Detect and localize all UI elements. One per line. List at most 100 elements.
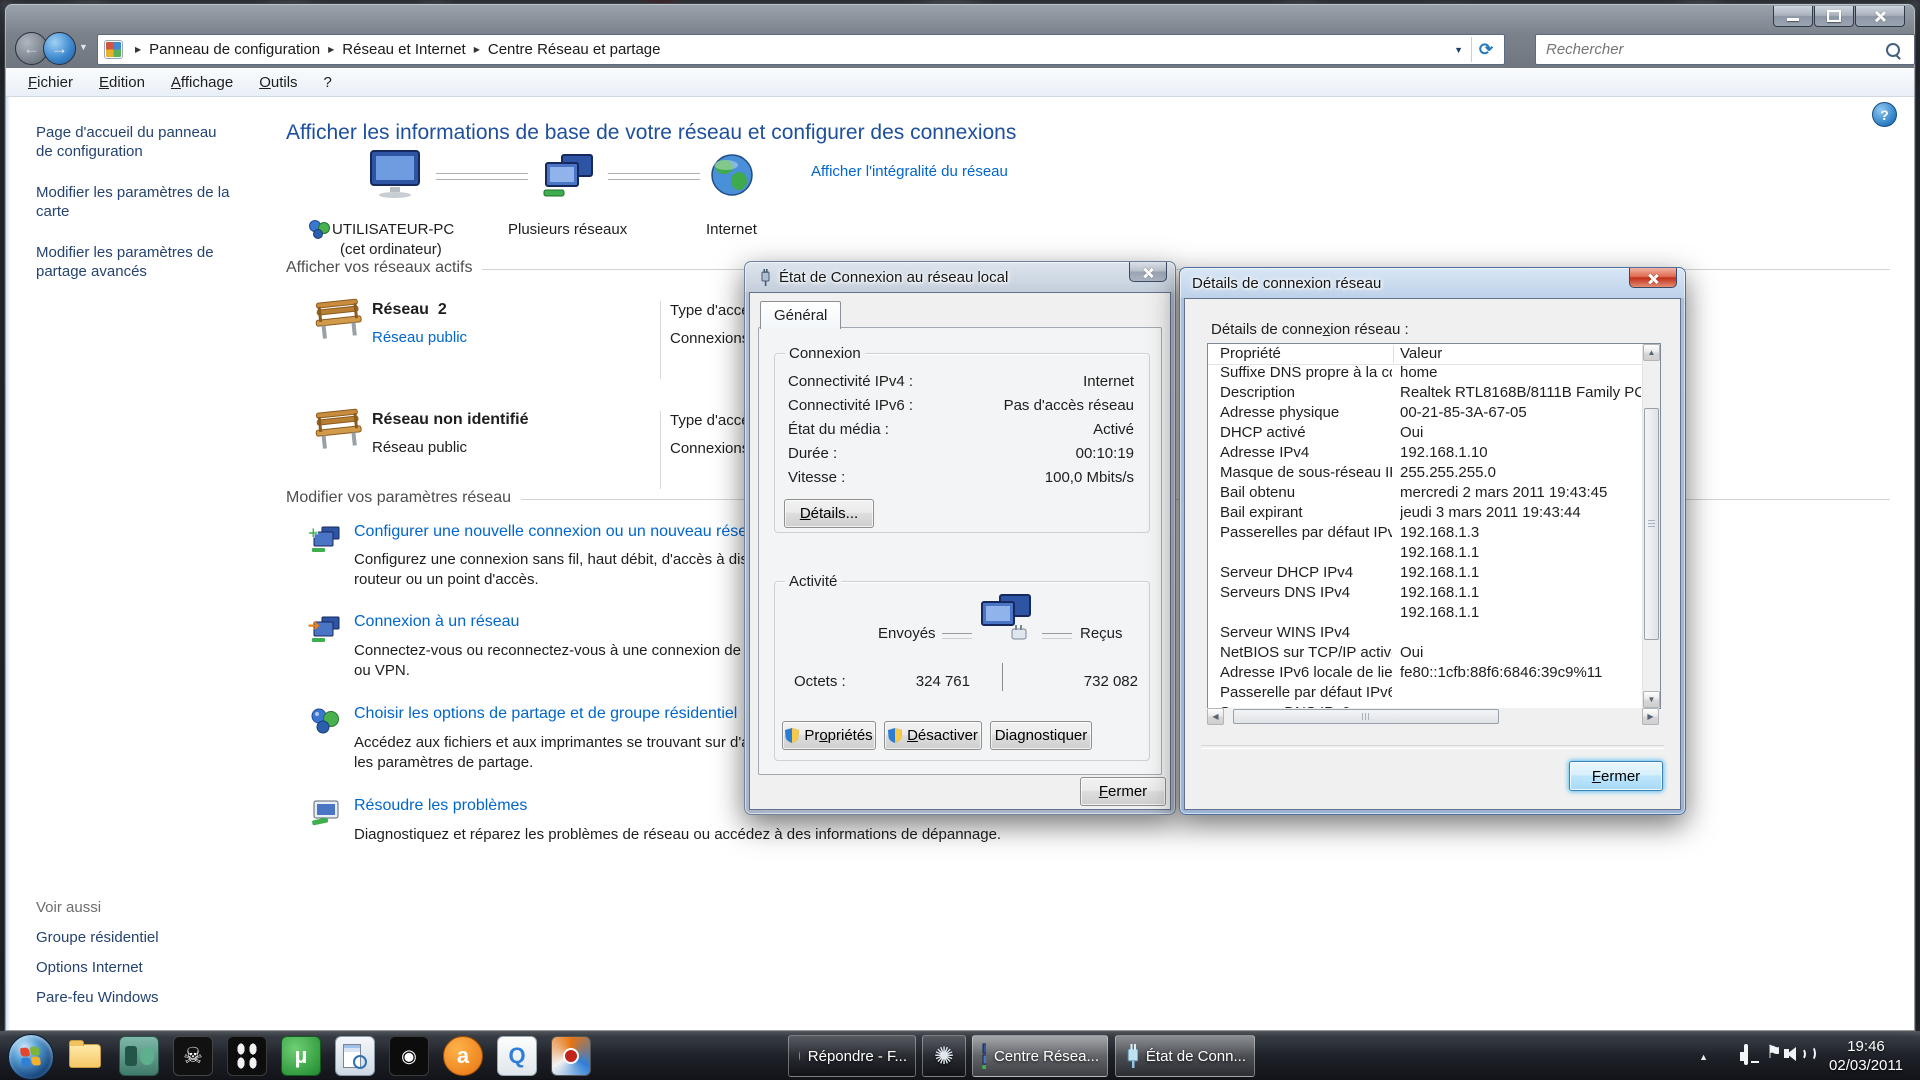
value-column-header[interactable]: Valeur xyxy=(1400,345,1442,362)
vertical-scrollbar[interactable]: ▲ ▼ xyxy=(1642,344,1660,708)
detail-row[interactable]: Description Realtek RTL8168B/8111B Famil… xyxy=(1208,384,1643,404)
detail-row[interactable]: Passerelles par défaut IPv4 192.168.1.3 xyxy=(1208,524,1643,544)
task-link[interactable]: Choisir les options de partage et de gro… xyxy=(354,705,737,723)
tray-volume-icon[interactable] xyxy=(1784,1046,1816,1061)
close-dialog-button[interactable]: Fermer xyxy=(1569,761,1663,791)
taskbar-paint-app-icon[interactable] xyxy=(550,1035,592,1077)
taskbar-quicktime-icon[interactable]: Q xyxy=(496,1035,538,1077)
detail-row[interactable]: NetBIOS sur TCP/IP activé Oui xyxy=(1208,644,1643,664)
computer-icon[interactable] xyxy=(363,149,425,199)
close-dialog-button[interactable]: Fermer xyxy=(1080,777,1166,806)
menu-item[interactable]: Edition xyxy=(99,74,145,91)
details-button[interactable]: Détails... xyxy=(784,499,874,528)
detail-row[interactable]: Adresse IPv6 locale de lien fe80::1cfb:8… xyxy=(1208,664,1643,684)
detail-row[interactable]: Bail expirant jeudi 3 mars 2011 19:43:44 xyxy=(1208,504,1643,524)
tray-action-center-icon[interactable]: ⚑ xyxy=(1766,1042,1782,1063)
multiple-networks-icon[interactable] xyxy=(540,153,594,199)
task-desc: routeur ou un point d'accès. xyxy=(354,571,539,588)
task-link[interactable]: Résoudre les problèmes xyxy=(354,797,527,815)
sidebar-task-link[interactable]: Modifier les paramètres de la carte xyxy=(36,183,236,221)
task-link[interactable]: Configurer une nouvelle connexion ou un … xyxy=(354,523,765,541)
taskbar-media-app-icon[interactable] xyxy=(226,1035,268,1077)
dialog-body: Détails de connexion réseau : Propriété … xyxy=(1184,298,1681,810)
taskbar-device-app-icon[interactable] xyxy=(118,1035,160,1077)
forward-button[interactable]: → xyxy=(43,32,76,65)
menu-item[interactable]: ? xyxy=(324,74,332,91)
detail-row[interactable]: Passerelle par défaut IPv6 xyxy=(1208,684,1643,704)
detail-row[interactable]: Serveurs DNS IPv4 192.168.1.1 xyxy=(1208,584,1643,604)
bytes-received-value: 732 082 xyxy=(1050,673,1138,690)
scroll-up-icon[interactable]: ▲ xyxy=(1643,344,1660,361)
sidebar-task-link[interactable]: Page d'accueil du panneau de configurati… xyxy=(36,123,236,161)
start-button[interactable] xyxy=(8,1034,54,1080)
internet-globe-icon[interactable] xyxy=(710,153,754,197)
taskbar-foobar2000-icon[interactable]: ☠ xyxy=(172,1035,214,1077)
address-bar[interactable]: ▶ Panneau de configuration ▶ Réseau et I… xyxy=(97,34,1505,65)
search-icon[interactable] xyxy=(1886,43,1900,57)
taskbar-fan-window-button[interactable]: ✺ xyxy=(922,1035,966,1077)
close-button[interactable] xyxy=(1629,268,1677,288)
property-column-header[interactable]: Propriété xyxy=(1220,345,1281,362)
detail-row[interactable]: 192.168.1.1 xyxy=(1208,544,1643,564)
detail-row[interactable]: Masque de sous-réseau IP... 255.255.255.… xyxy=(1208,464,1643,484)
sidebar-task-link[interactable]: Modifier les paramètres de partage avanc… xyxy=(36,243,236,281)
taskbar-connection-status-button[interactable]: État de Conn... xyxy=(1115,1035,1255,1077)
task-desc: les paramètres de partage. xyxy=(354,754,533,771)
restore-button[interactable] xyxy=(1814,6,1854,27)
close-button[interactable] xyxy=(1129,262,1167,282)
taskbar-explorer-icon[interactable] xyxy=(64,1035,106,1077)
tray-network-icon[interactable] xyxy=(1744,1046,1748,1063)
menu-item[interactable]: Outils xyxy=(259,74,297,91)
task-link[interactable]: Connexion à un réseau xyxy=(354,613,519,631)
breadcrumb-item[interactable]: ▶ Réseau et Internet xyxy=(320,41,466,58)
scroll-left-icon[interactable]: ◀ xyxy=(1207,708,1224,725)
sidebar: Page d'accueil du panneau de configurati… xyxy=(6,97,258,1030)
detail-row[interactable]: Serveur DHCP IPv4 192.168.1.1 xyxy=(1208,564,1643,584)
scroll-right-icon[interactable]: ▶ xyxy=(1642,708,1659,725)
scrollbar-thumb[interactable] xyxy=(1233,709,1499,724)
detail-row[interactable]: Serveur WINS IPv4 xyxy=(1208,624,1643,644)
disable-button[interactable]: Désactiver xyxy=(884,721,982,750)
properties-button[interactable]: Propriétés xyxy=(782,721,876,750)
detail-row[interactable]: Suffixe DNS propre à la co... home xyxy=(1208,364,1643,384)
taskbar-avast-icon[interactable]: a xyxy=(442,1035,484,1077)
close-button[interactable] xyxy=(1855,6,1905,27)
address-dropdown-icon[interactable]: ▼ xyxy=(1454,45,1463,55)
see-full-network-link[interactable]: Afficher l'intégralité du réseau xyxy=(811,163,1008,180)
refresh-icon[interactable]: ⟳ xyxy=(1471,37,1500,62)
tab-general[interactable]: Général xyxy=(760,301,841,329)
search-input[interactable] xyxy=(1536,41,1886,58)
scroll-down-icon[interactable]: ▼ xyxy=(1643,691,1660,708)
network-category-link[interactable]: Réseau public xyxy=(372,329,467,346)
detail-row[interactable]: Bail obtenu mercredi 2 mars 2011 19:43:4… xyxy=(1208,484,1643,504)
breadcrumb-item[interactable]: ▶ Centre Réseau et partage xyxy=(466,41,661,58)
taskbar-firefox-window-button[interactable]: Répondre - F... xyxy=(788,1035,916,1077)
breadcrumb-item[interactable]: ▶ Panneau de configuration xyxy=(127,41,320,58)
menu-item[interactable]: Fichier xyxy=(28,74,73,91)
detail-row[interactable]: Adresse IPv4 192.168.1.10 xyxy=(1208,444,1643,464)
help-icon[interactable]: ? xyxy=(1872,102,1897,127)
detail-row[interactable]: Adresse physique 00-21-85-3A-67-05 xyxy=(1208,404,1643,424)
menu-item[interactable]: Affichage xyxy=(171,74,233,91)
see-also-link[interactable]: Groupe résidentiel xyxy=(36,928,236,947)
history-dropdown-icon[interactable]: ▼ xyxy=(79,42,88,52)
connection-status-dialog: État de Connexion au réseau local Généra… xyxy=(744,261,1176,815)
taskbar-utorrent-icon[interactable]: µ xyxy=(280,1035,322,1077)
tray-clock[interactable]: 19:46 02/03/2011 xyxy=(1820,1037,1912,1075)
taskbar-audit-tool-icon[interactable] xyxy=(334,1035,376,1077)
taskbar-steam-icon[interactable]: ◉ xyxy=(388,1035,430,1077)
show-hidden-icons-button[interactable]: ▲ xyxy=(1699,1052,1708,1062)
windows-flag-icon xyxy=(20,1046,42,1068)
divider xyxy=(1042,633,1072,639)
minimize-button[interactable] xyxy=(1773,6,1813,27)
details-list[interactable]: Propriété Valeur Suffixe DNS propre à la… xyxy=(1207,343,1661,709)
see-also-link[interactable]: Options Internet xyxy=(36,958,236,977)
diagnose-button[interactable]: Diagnostiquer xyxy=(990,721,1092,750)
see-also-link[interactable]: Pare-feu Windows xyxy=(36,988,236,1007)
horizontal-scrollbar[interactable]: ◀ ▶ xyxy=(1207,708,1659,725)
detail-row[interactable]: 192.168.1.1 xyxy=(1208,604,1643,624)
taskbar-network-center-button[interactable]: Centre Résea... xyxy=(972,1035,1108,1077)
list-rows: Suffixe DNS propre à la co... home Descr… xyxy=(1208,364,1643,708)
detail-row[interactable]: DHCP activé Oui xyxy=(1208,424,1643,444)
scrollbar-thumb[interactable] xyxy=(1644,408,1659,640)
